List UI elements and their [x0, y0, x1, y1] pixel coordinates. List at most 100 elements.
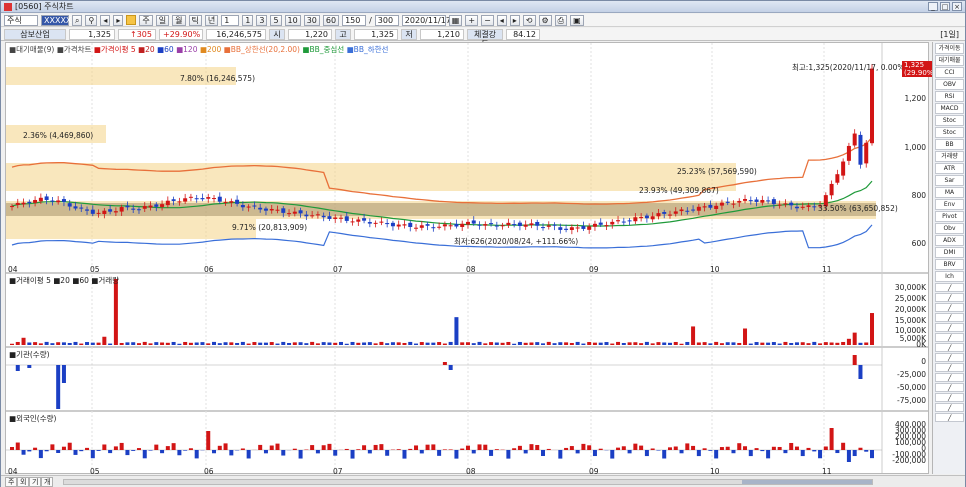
indicator-button-14[interactable]: Pivot [935, 211, 964, 222]
zoom-in-icon[interactable]: + [465, 14, 479, 26]
tab-tick[interactable]: 틱 [188, 14, 202, 26]
candle-body [529, 223, 534, 226]
tab-month[interactable]: 월 [172, 14, 186, 26]
close-icon[interactable]: × [952, 2, 962, 11]
indicator-button-10[interactable]: ATR [935, 163, 964, 174]
indicator-button-6[interactable]: Stoc [935, 115, 964, 126]
indicator-button-13[interactable]: Env [935, 199, 964, 210]
maximize-icon[interactable]: □ [940, 2, 950, 11]
date-input[interactable]: 2020/11/17 [401, 14, 451, 26]
interval-60[interactable]: 60 [322, 14, 340, 26]
drawing-tool-icon[interactable]: ╱ [935, 383, 964, 392]
chart-scrollbar[interactable] [63, 479, 873, 485]
indicator-button-9[interactable]: 거래량 [935, 151, 964, 162]
reset-icon[interactable]: ⟲ [522, 14, 536, 26]
foreign-bar [171, 443, 176, 450]
drawing-tool-icon[interactable]: ╱ [935, 293, 964, 302]
drawing-tool-icon[interactable]: ╱ [935, 323, 964, 332]
interval-5[interactable]: 5 [270, 14, 282, 26]
vol-axis-25000: 25,000K [894, 294, 926, 303]
drawing-tool-icon[interactable]: ╱ [935, 283, 964, 292]
candle-body [258, 207, 263, 210]
candle-body [714, 205, 719, 209]
indicator-button-11[interactable]: Sar [935, 175, 964, 186]
bottom-tab-2[interactable]: 외 [17, 477, 30, 487]
indicator-button-7[interactable]: Stoc [935, 127, 964, 138]
bottom-tab-3[interactable]: 기 [29, 477, 42, 487]
scrollbar-thumb[interactable] [742, 480, 872, 484]
foreign-bar [512, 448, 517, 450]
drawing-tool-icon[interactable]: ╱ [935, 373, 964, 382]
drawing-tool-icon[interactable]: ╱ [935, 313, 964, 322]
zoom-out-icon[interactable]: − [481, 14, 494, 26]
prev-icon[interactable]: ◂ [100, 14, 111, 26]
display-count-input[interactable]: 150 [342, 14, 367, 26]
title-bar: [0560] 주식차트 _ □ × [1, 1, 965, 13]
foreign-bar [846, 450, 851, 462]
volume-bar [627, 342, 632, 345]
indicator-button-12[interactable]: MA [935, 187, 964, 198]
stock-code-input[interactable]: XXXXXX [41, 14, 77, 26]
indicator-button-0[interactable]: 가격이동 [935, 43, 964, 54]
price-axis-1200: 1,200 [904, 94, 926, 103]
candle-body [154, 204, 159, 207]
indicator-button-15[interactable]: Obv [935, 223, 964, 234]
settings-icon[interactable]: ⚙ [538, 14, 552, 26]
tab-week[interactable]: 주 [139, 14, 153, 26]
bottom-tab-1[interactable]: 주 [5, 477, 18, 487]
indicator-button-3[interactable]: OBV [935, 79, 964, 90]
ai-button[interactable]: ⚲ [85, 14, 98, 26]
drawing-tool-icon[interactable]: ╱ [935, 303, 964, 312]
drawing-tool-icon[interactable]: ╱ [935, 333, 964, 342]
chart-canvas[interactable] [6, 43, 928, 473]
indicator-button-18[interactable]: BRV [935, 259, 964, 270]
total-count-input[interactable]: 300 [374, 14, 399, 26]
volume-bar [662, 342, 667, 345]
interval-10[interactable]: 10 [284, 14, 301, 26]
indicator-button-1[interactable]: 대기매물 [935, 55, 964, 66]
indicator-button-5[interactable]: MACD [935, 103, 964, 114]
pan-left-icon[interactable]: ◂ [496, 14, 507, 26]
candle-body [546, 225, 551, 227]
foreign-bar [344, 448, 349, 450]
tab-year[interactable]: 년 [204, 14, 219, 26]
volume-bar [771, 342, 776, 345]
market-select[interactable]: 주식 [4, 14, 38, 26]
pan-right-icon[interactable]: ▸ [509, 14, 520, 26]
indicator-button-19[interactable]: Ich [935, 271, 964, 282]
search-icon[interactable]: ⌕ [72, 14, 83, 26]
count-input[interactable]: 1 [221, 14, 240, 26]
indicator-button-17[interactable]: DMI [935, 247, 964, 258]
candle-body [131, 208, 136, 210]
interval-1[interactable]: 1 [242, 14, 254, 26]
save-icon[interactable]: ▣ [570, 14, 584, 26]
chart-area[interactable]: ■대기매물(9) ■가격차트 ■가격이평 5 ■20 ■60 ■120 ■200… [5, 42, 939, 476]
volume-bar [183, 341, 188, 345]
indicator-button-4[interactable]: RSI [935, 91, 964, 102]
indicator-button-8[interactable]: BB [935, 139, 964, 150]
calendar-icon[interactable]: ▦ [448, 14, 463, 26]
interval-30[interactable]: 30 [303, 14, 320, 26]
legend-ma60: ■60 [157, 45, 174, 54]
foreign-bar [610, 450, 615, 459]
next-icon[interactable]: ▸ [113, 14, 124, 26]
indicator-button-16[interactable]: ADX [935, 235, 964, 246]
minimize-icon[interactable]: _ [928, 2, 938, 11]
favorite-icon[interactable] [126, 15, 137, 25]
drawing-tool-icon[interactable]: ╱ [935, 393, 964, 402]
volume-bar [460, 342, 465, 345]
drawing-tool-icon[interactable]: ╱ [935, 353, 964, 362]
foreign-bar [333, 450, 338, 456]
drawing-tool-icon[interactable]: ╱ [935, 403, 964, 412]
drawing-tool-icon[interactable]: ╱ [935, 343, 964, 352]
drawing-tool-icon[interactable]: ╱ [935, 363, 964, 372]
interval-3[interactable]: 3 [256, 14, 268, 26]
bottom-tab-4[interactable]: 개 [41, 477, 54, 487]
vol-axis-15000: 15,000K [894, 316, 926, 325]
candle-body [760, 199, 765, 203]
price-axis-1000: 1,000 [904, 143, 926, 152]
tab-day[interactable]: 일 [155, 14, 170, 26]
drawing-tool-icon[interactable]: ╱ [935, 413, 964, 422]
indicator-button-2[interactable]: CCI [935, 67, 964, 78]
print-icon[interactable]: ⎙ [554, 14, 568, 26]
